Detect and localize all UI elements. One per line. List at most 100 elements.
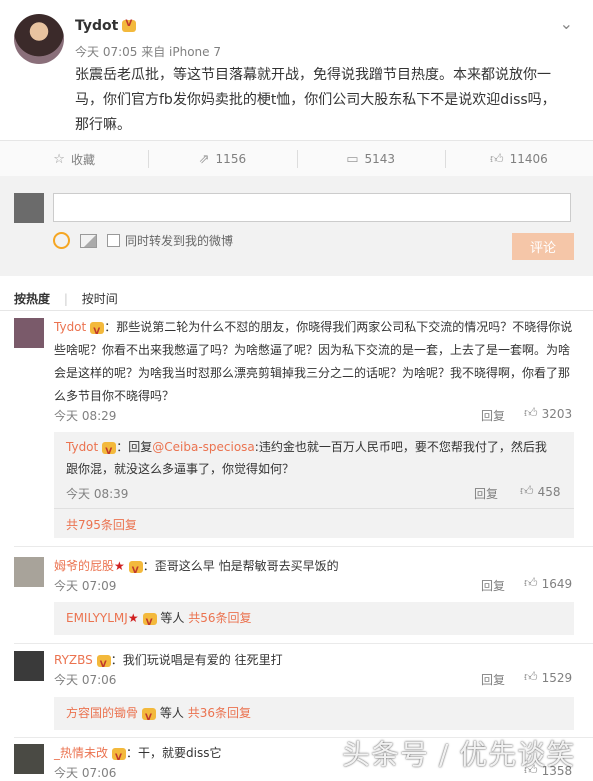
comment-text: ：我们玩说唱是有爱的 往死里打 xyxy=(110,653,283,667)
my-avatar xyxy=(14,193,44,223)
heart-icon: ★ xyxy=(127,611,139,625)
emoji-icon[interactable] xyxy=(53,232,70,249)
reply-summary-mid: 等人 xyxy=(159,706,184,720)
sync-checkbox[interactable] xyxy=(107,234,120,247)
favorite-button[interactable]: ☆ 收藏 xyxy=(0,141,148,177)
comment-composer: 同时转发到我的微博 评论 xyxy=(0,176,593,276)
image-icon[interactable] xyxy=(80,233,97,248)
commenter-avatar[interactable] xyxy=(14,651,44,681)
sub-reply-time: 今天 08:39 xyxy=(66,487,129,501)
comment-button[interactable]: ▭ 5143 xyxy=(296,141,445,177)
repost-button[interactable]: ⇗ 1156 xyxy=(148,141,296,177)
reply-summary-mid: 等人 xyxy=(160,611,185,625)
weibo-post: Tydot 今天 07:05 来自 iPhone 7 ⌄ 张震岳老瓜批，等这节目… xyxy=(0,0,593,140)
thumb-up-icon: 👍︎ xyxy=(524,576,538,591)
divider xyxy=(14,546,593,547)
reply-summary-user[interactable]: EMILYYLMJ xyxy=(66,611,128,625)
thumb-up-icon: 👍︎ xyxy=(489,151,504,167)
divider xyxy=(14,643,593,644)
watermark: 头条号 / 优先谈笑 xyxy=(342,738,576,771)
vip-badge-icon xyxy=(122,19,137,32)
thumb-up-icon: 👍︎ xyxy=(520,484,534,499)
reply-summary-user[interactable]: 方容国的锄骨 xyxy=(66,706,138,720)
vip-badge-icon xyxy=(112,747,127,770)
vip-badge-icon xyxy=(128,560,143,583)
reply-summary: 方容国的锄骨 等人 共36条回复 xyxy=(54,697,574,730)
sub-reply-like-button[interactable]: 👍︎ 458 xyxy=(520,484,561,499)
commenter-name[interactable]: Tydot xyxy=(54,320,86,334)
reply-summary: EMILYYLMJ★ 等人 共56条回复 xyxy=(54,602,574,635)
sort-divider: | xyxy=(63,292,68,306)
divider xyxy=(54,508,574,509)
vip-badge-icon xyxy=(90,321,105,344)
comment-body: Tydot：那些说第二轮为什么不怼的朋友，你晓得我们两家公司私下交流的情况吗？不… xyxy=(54,316,574,408)
more-replies-link[interactable]: 共795条回复 xyxy=(66,516,137,533)
sub-reply-user[interactable]: Tydot xyxy=(66,440,98,454)
commenter-avatar[interactable] xyxy=(14,557,44,587)
reply-button[interactable]: 回复 xyxy=(481,577,505,594)
sub-reply-prefix: ：回复 xyxy=(116,440,153,454)
post-meta: 今天 07:05 来自 iPhone 7 xyxy=(75,45,221,59)
composer-tools: 同时转发到我的微博 xyxy=(53,232,233,249)
more-replies-link[interactable]: 共36条回复 xyxy=(188,706,251,720)
comment-count: 5143 xyxy=(364,152,396,166)
vip-badge-icon xyxy=(142,707,157,729)
vip-badge-icon xyxy=(102,441,117,463)
sub-reply-body: Tydot：回复@Ceiba-speciosa:违约金也就一百万人民币吧，要不您… xyxy=(66,436,556,480)
comment-like-button[interactable]: 👍︎ 3203 xyxy=(524,406,572,421)
commenter-avatar[interactable] xyxy=(14,744,44,774)
author-name[interactable]: Tydot xyxy=(75,18,118,34)
comment-like-button[interactable]: 👍︎ 1649 xyxy=(524,576,572,591)
sub-reply-button[interactable]: 回复 xyxy=(474,485,498,502)
comment-time: 今天 08:29 xyxy=(54,409,117,423)
more-replies-link[interactable]: 共56条回复 xyxy=(188,611,251,625)
chevron-down-icon[interactable]: ⌄ xyxy=(560,14,573,33)
comment-icon: ▭ xyxy=(346,151,359,167)
post-text: 张震岳老瓜批，等这节目落幕就开战，免得说我蹭节目热度。本来都说放你一马，你们官方… xyxy=(75,67,556,133)
submit-comment-button[interactable]: 评论 xyxy=(512,233,574,260)
repost-count: 1156 xyxy=(215,152,247,166)
post-author[interactable]: Tydot xyxy=(75,18,137,34)
like-button[interactable]: 👍︎ 11406 xyxy=(444,141,593,177)
mention-link[interactable]: @Ceiba-speciosa xyxy=(152,440,255,454)
comment-text: ：那些说第二轮为什么不怼的朋友，你晓得我们两家公司私下交流的情况吗？不晓得你说些… xyxy=(54,320,573,403)
repost-icon: ⇗ xyxy=(198,151,210,167)
reply-button[interactable]: 回复 xyxy=(481,407,505,424)
sub-reply-like-count: 458 xyxy=(537,484,561,499)
post-action-bar: ☆ 收藏 ⇗ 1156 ▭ 5143 👍︎ 11406 xyxy=(0,140,593,178)
like-count: 11406 xyxy=(509,152,548,166)
comment-body: 姆爷的屁股★ ：歪哥这么早 怕是帮敏哥去买早饭的 xyxy=(54,555,574,583)
sort-hot-tab[interactable]: 按热度 xyxy=(14,292,50,306)
comment-like-button[interactable]: 👍︎ 1529 xyxy=(524,670,572,685)
comment-text: ：干，就要diss它 xyxy=(126,746,222,760)
comment-body: RYZBS ：我们玩说唱是有爱的 往死里打 xyxy=(54,649,574,677)
sort-time-tab[interactable]: 按时间 xyxy=(82,292,118,306)
divider xyxy=(0,310,593,311)
reply-summary-text: EMILYYLMJ★ 等人 共56条回复 xyxy=(66,607,556,634)
heart-icon: ★ xyxy=(114,559,125,573)
thumb-up-icon: 👍︎ xyxy=(524,406,538,421)
thumb-up-icon: 👍︎ xyxy=(524,670,538,685)
comment-time: 今天 07:06 xyxy=(54,766,117,780)
vip-badge-icon xyxy=(96,654,111,677)
sub-reply-box: Tydot：回复@Ceiba-speciosa:违约金也就一百万人民币吧，要不您… xyxy=(54,432,574,538)
comment-input[interactable] xyxy=(53,193,571,222)
comment-like-count: 1529 xyxy=(541,670,573,685)
comment-like-count: 1649 xyxy=(541,576,573,591)
comment-text: ：歪哥这么早 怕是帮敏哥去买早饭的 xyxy=(142,559,339,573)
commenter-name[interactable]: RYZBS xyxy=(54,653,93,667)
comment-like-count: 3203 xyxy=(541,406,573,421)
reply-button[interactable]: 回复 xyxy=(481,671,505,688)
author-avatar[interactable] xyxy=(14,14,64,64)
comment-time: 今天 07:06 xyxy=(54,673,117,687)
commenter-avatar[interactable] xyxy=(14,318,44,348)
reply-summary-text: 方容国的锄骨 等人 共36条回复 xyxy=(66,702,556,729)
commenter-name[interactable]: _热情未改 xyxy=(54,746,108,760)
star-icon: ☆ xyxy=(53,151,65,167)
comment-time: 今天 07:09 xyxy=(54,579,117,593)
sync-label: 同时转发到我的微博 xyxy=(125,234,234,248)
commenter-name[interactable]: 姆爷的屁股 xyxy=(54,559,114,573)
comment-sort-tabs: 按热度 | 按时间 xyxy=(14,290,128,307)
vip-badge-icon xyxy=(142,612,157,634)
favorite-label: 收藏 xyxy=(70,152,95,167)
